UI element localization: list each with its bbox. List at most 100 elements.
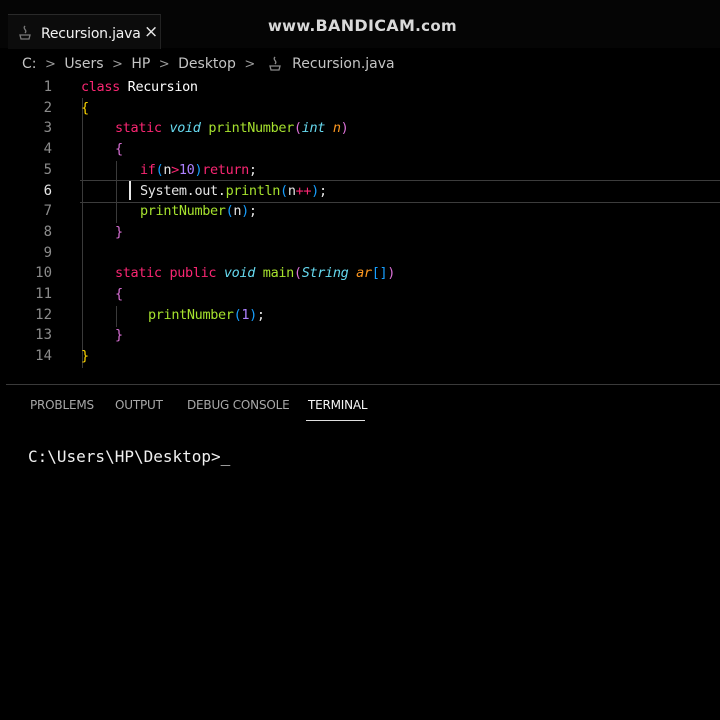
code-token: Recursion: [127, 79, 198, 95]
tab-label: Recursion.java: [41, 26, 141, 42]
code-text: if(n>10)return;: [140, 162, 257, 178]
tab-problems[interactable]: PROBLEMS: [30, 398, 94, 412]
code-token: printNumber: [148, 306, 234, 323]
code-token: ;: [256, 306, 265, 323]
code-token: ): [241, 203, 249, 220]
code-line[interactable]: 9: [0, 243, 720, 264]
code-line[interactable]: 13}: [0, 325, 720, 346]
code-token: []: [371, 265, 388, 282]
java-file-icon: [19, 25, 31, 40]
line-number: 5: [43, 161, 52, 178]
breadcrumb-item[interactable]: C:: [22, 56, 37, 72]
close-icon[interactable]: ×: [144, 23, 158, 41]
tab-recursion-java[interactable]: Recursion.java ×: [8, 14, 161, 49]
panel-divider: [6, 384, 720, 385]
code-editor[interactable]: 1 class Recursion 2{3 static void printNumb…: [0, 77, 720, 368]
code-token: (: [280, 182, 288, 199]
code-token: main: [262, 265, 294, 282]
code-line[interactable]: 6 System.out.println(n++);: [0, 181, 720, 202]
code-token: ;: [248, 203, 257, 220]
code-token: n: [163, 161, 172, 178]
code-token: n: [233, 203, 242, 220]
code-token: if: [140, 161, 156, 178]
code-token: out: [194, 182, 218, 199]
breadcrumb-item[interactable]: HP: [131, 56, 150, 72]
code-token: int: [301, 120, 333, 137]
line-number: 10: [35, 265, 52, 282]
code-line[interactable]: 7 printNumber(n);: [0, 201, 720, 222]
code-token: printNumber: [208, 120, 294, 137]
code-text: class Recursion: [81, 79, 198, 95]
code-token: {: [115, 141, 123, 158]
code-line[interactable]: 14}: [0, 346, 720, 367]
tab-terminal[interactable]: TERMINAL: [308, 398, 368, 412]
tab-debug-console[interactable]: DEBUG CONSOLE: [187, 398, 290, 412]
code-text: System.out.println(n++);: [140, 183, 327, 199]
line-number: 12: [35, 306, 52, 323]
code-line[interactable]: 3 static void printNumber(int n): [0, 118, 720, 139]
breadcrumb-file[interactable]: Recursion.java: [292, 56, 394, 72]
code-text: static public void main(String ar[]): [115, 265, 395, 281]
code-token: }: [81, 348, 89, 365]
breadcrumb: C: > Users > HP > Desktop > Recursion.ja…: [22, 56, 395, 76]
code-token: return: [202, 161, 249, 178]
breadcrumb-item[interactable]: Desktop: [178, 56, 236, 72]
line-number: 7: [43, 203, 52, 220]
code-line[interactable]: 11 {: [0, 284, 720, 305]
code-token: ): [387, 265, 396, 282]
code-line[interactable]: 4{: [0, 139, 720, 160]
code-text: {: [115, 286, 123, 302]
line-number: 2: [43, 99, 52, 116]
code-token: ): [249, 306, 257, 323]
line-number: 11: [35, 286, 52, 302]
code-line[interactable]: 1 class Recursion: [0, 77, 720, 98]
code-token: ;: [248, 161, 257, 178]
code-token: ++: [295, 182, 312, 199]
code-text: {: [115, 141, 123, 157]
code-token: System: [140, 182, 187, 199]
code-token: static: [115, 265, 170, 282]
code-token: }: [115, 223, 123, 240]
code-text: static void printNumber(int n): [115, 120, 349, 137]
bandicam-watermark: www.BANDICAM.com: [268, 16, 457, 35]
line-number: 4: [43, 141, 52, 158]
code-token: println: [225, 182, 281, 199]
code-token: 10: [178, 161, 195, 178]
panel-tabs: PROBLEMS OUTPUT DEBUG CONSOLE TERMINAL: [0, 396, 720, 424]
line-number: 8: [43, 223, 52, 240]
code-text: printNumber(1);: [148, 307, 265, 323]
code-token: {: [81, 99, 89, 116]
chevron-right-icon: >: [158, 56, 170, 72]
code-token: class: [81, 79, 128, 95]
code-line[interactable]: 8}: [0, 222, 720, 243]
code-token: ): [340, 120, 349, 137]
code-text: printNumber(n);: [140, 203, 257, 219]
tab-output[interactable]: OUTPUT: [115, 398, 163, 412]
java-file-icon: [268, 56, 281, 71]
code-text: {: [81, 100, 89, 116]
chevron-right-icon: >: [244, 56, 256, 72]
code-text: }: [81, 348, 89, 364]
line-number: 1: [43, 79, 52, 95]
code-line[interactable]: 10 static public void main(String ar[]): [0, 263, 720, 284]
code-token: printNumber: [140, 203, 226, 220]
code-text: }: [115, 327, 123, 343]
code-line[interactable]: 2{: [0, 98, 720, 119]
line-number: 14: [35, 348, 52, 365]
code-token: static: [115, 120, 170, 137]
line-number: 3: [43, 120, 52, 137]
code-token: String: [301, 265, 357, 282]
code-token: >: [171, 161, 179, 178]
code-line[interactable]: 12 printNumber(1);: [0, 305, 720, 326]
code-token: 1: [241, 306, 250, 323]
active-tab-indicator: [306, 420, 365, 421]
breadcrumb-item[interactable]: Users: [64, 56, 103, 72]
chevron-right-icon: >: [44, 56, 56, 72]
terminal-prompt[interactable]: C:\Users\HP\Desktop>_: [28, 447, 230, 466]
chevron-right-icon: >: [111, 56, 123, 72]
code-token: ar: [356, 265, 372, 282]
code-token: }: [115, 327, 123, 344]
code-token: void: [169, 120, 209, 137]
line-number: 13: [35, 327, 52, 344]
code-line[interactable]: 5 if(n>10)return;: [0, 160, 720, 181]
